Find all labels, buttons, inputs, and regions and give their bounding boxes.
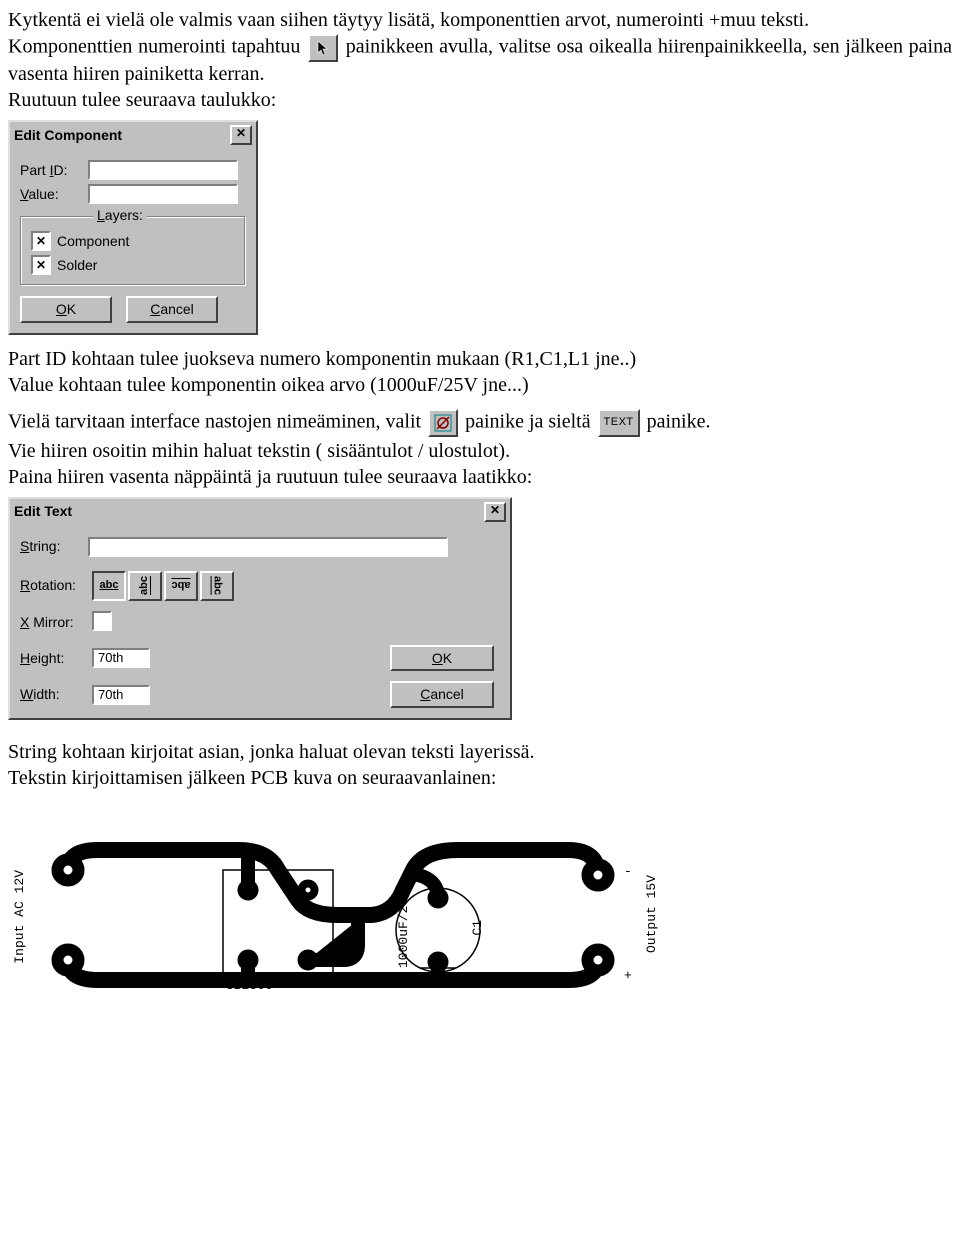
group-label: Layers: (93, 207, 147, 224)
pcb-cap-label: 1000uF/25V (396, 890, 412, 968)
dialog-title: Edit Component (14, 127, 122, 144)
text: Vielä tarvitaan interface nastojen nimeä… (8, 410, 421, 432)
string-label: String: (20, 538, 88, 555)
paragraph: Komponenttien numerointi tapahtuu painik… (8, 34, 952, 86)
checkbox-icon: ✕ (31, 255, 51, 275)
rotation-buttons: abc abc ɔqɐ abc (92, 571, 242, 601)
text: painike ja sieltä (465, 410, 591, 432)
paragraph: Value kohtaan tulee komponentin oikea ar… (8, 373, 952, 397)
edit-text-dialog: Edit Text ✕ String: Rotation: abc abc ɔq… (8, 497, 512, 720)
ok-button[interactable]: OK (390, 645, 494, 672)
component-checkbox[interactable]: ✕ Component (31, 231, 129, 251)
xmirror-checkbox[interactable] (92, 611, 112, 631)
paragraph: Part ID kohtaan tulee juokseva numero ko… (8, 347, 952, 371)
value-label: Value: (20, 186, 88, 203)
close-icon[interactable]: ✕ (230, 125, 252, 145)
dialog-titlebar: Edit Component ✕ (10, 122, 256, 148)
ok-button[interactable]: OK (20, 296, 112, 323)
value-input[interactable] (88, 184, 238, 204)
cancel-button[interactable]: Cancel (390, 681, 494, 708)
height-input[interactable]: 70th (92, 648, 150, 668)
rotation-180-button[interactable]: ɔqɐ (164, 571, 198, 601)
height-label: Height: (20, 650, 92, 667)
text: painike. (647, 410, 711, 432)
width-label: Width: (20, 686, 92, 703)
text-tool-icon[interactable]: TEXT (598, 409, 640, 437)
cancel-button[interactable]: Cancel (126, 296, 218, 323)
pcb-output-label: Output 15V (644, 875, 660, 953)
text: Komponenttien numerointi tapahtuu (8, 36, 300, 58)
dialog-titlebar: Edit Text ✕ (10, 499, 510, 525)
rotation-90-button[interactable]: abc (128, 571, 162, 601)
paragraph: String kohtaan kirjoitat asian, jonka ha… (8, 740, 952, 764)
width-input[interactable]: 70th (92, 685, 150, 705)
cursor-tool-icon[interactable] (308, 34, 338, 62)
checkbox-icon: ✕ (31, 231, 51, 251)
solder-checkbox[interactable]: ✕ Solder (31, 255, 97, 275)
xmirror-label: X Mirror: (20, 614, 92, 631)
layers-group: Layers: ✕ Component ✕ Solder (20, 216, 246, 286)
paragraph: Kytkentä ei vielä ole valmis vaan siihen… (8, 8, 952, 32)
pcb-plus-label: + (624, 968, 632, 984)
paragraph: Vielä tarvitaan interface nastojen nimeä… (8, 409, 952, 437)
pcb-diagram: Input AC 12V Output 15V D1 SB2506 1000uF… (8, 820, 708, 990)
rotation-label: Rotation: (20, 577, 92, 594)
paragraph: Vie hiiren osoitin mihin haluat tekstin … (8, 439, 952, 463)
close-icon[interactable]: ✕ (484, 502, 506, 522)
string-input[interactable] (88, 537, 448, 557)
via-tool-icon[interactable] (428, 409, 458, 437)
pcb-c1-label: C1 (470, 920, 486, 936)
pcb-input-label: Input AC 12V (12, 870, 28, 964)
paragraph: Tekstin kirjoittamisen jälkeen PCB kuva … (8, 766, 952, 790)
pcb-sb-label: SB2506 (226, 978, 273, 994)
edit-component-dialog: Edit Component ✕ Part ID: Value: Layers:… (8, 120, 258, 335)
paragraph: Paina hiiren vasenta näppäintä ja ruutuu… (8, 465, 952, 489)
rotation-270-button[interactable]: abc (200, 571, 234, 601)
dialog-title: Edit Text (14, 503, 72, 520)
part-id-label: Part ID: (20, 162, 88, 179)
checkbox-label: Solder (57, 257, 97, 274)
rotation-0-button[interactable]: abc (92, 571, 126, 601)
paragraph: Ruutuun tulee seuraava taulukko: (8, 88, 952, 112)
part-id-input[interactable] (88, 160, 238, 180)
pcb-minus-label: - (624, 864, 632, 880)
checkbox-label: Component (57, 233, 129, 250)
pcb-d1-label: D1 (268, 856, 284, 872)
